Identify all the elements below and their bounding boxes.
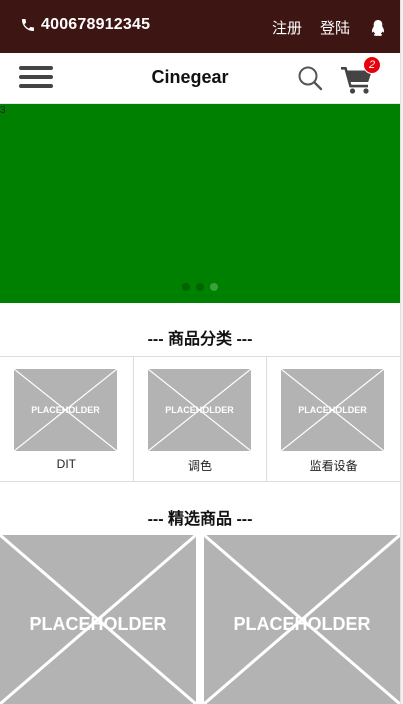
category-name: DIT bbox=[56, 457, 76, 471]
placeholder-image: PLACEHOLDER bbox=[204, 535, 400, 704]
search-icon[interactable] bbox=[297, 65, 323, 91]
category-grid: PLACEHOLDER DIT PLACEHOLDER 调色 PLACEHOLD… bbox=[0, 356, 400, 482]
placeholder-image: PLACEHOLDER bbox=[281, 369, 385, 451]
phone-number: 400678912345 bbox=[41, 16, 151, 33]
brand-title[interactable]: Cinegear bbox=[0, 67, 380, 88]
banner-carousel[interactable]: 3 bbox=[0, 104, 400, 303]
svg-text:PLACEHOLDER: PLACEHOLDER bbox=[165, 405, 234, 415]
login-link[interactable]: 登陆 bbox=[320, 17, 350, 38]
featured-title: --- 精选商品 --- bbox=[147, 511, 253, 528]
register-link[interactable]: 注册 bbox=[272, 17, 302, 38]
carousel-dot-3-active[interactable] bbox=[210, 283, 218, 291]
carousel-dots bbox=[182, 283, 224, 291]
category-item-color-grading[interactable]: PLACEHOLDER 调色 bbox=[134, 357, 268, 481]
featured-product-1[interactable]: PLACEHOLDER bbox=[0, 535, 196, 704]
carousel-dot-2[interactable] bbox=[196, 283, 204, 291]
phone-contact[interactable]: 400678912345 bbox=[20, 16, 150, 34]
slide-index: 3 bbox=[0, 105, 6, 116]
carousel-dot-1[interactable] bbox=[182, 283, 190, 291]
placeholder-image: PLACEHOLDER bbox=[0, 535, 196, 704]
categories-title: --- 商品分类 --- bbox=[147, 331, 253, 348]
svg-text:PLACEHOLDER: PLACEHOLDER bbox=[31, 405, 100, 415]
svg-text:PLACEHOLDER: PLACEHOLDER bbox=[29, 614, 166, 634]
category-item-monitoring[interactable]: PLACEHOLDER 监看设备 bbox=[267, 357, 400, 481]
phone-icon bbox=[22, 19, 34, 31]
placeholder-image: PLACEHOLDER bbox=[14, 369, 117, 451]
svg-text:PLACEHOLDER: PLACEHOLDER bbox=[233, 614, 370, 634]
cart-count-badge: 2 bbox=[363, 56, 381, 74]
category-name: 调色 bbox=[188, 459, 213, 473]
qq-penguin-icon[interactable] bbox=[370, 19, 386, 37]
top-bar: 400678912345 注册 登陆 bbox=[0, 0, 400, 53]
featured-product-2[interactable]: PLACEHOLDER bbox=[204, 535, 400, 704]
category-name: 监看设备 bbox=[309, 459, 358, 473]
nav-bar: Cinegear 2 bbox=[0, 53, 400, 104]
top-links: 注册 登陆 bbox=[272, 17, 386, 38]
svg-text:PLACEHOLDER: PLACEHOLDER bbox=[299, 405, 368, 415]
page: 400678912345 注册 登陆 Cinegear 2 3 --- 商品分类… bbox=[0, 0, 400, 704]
placeholder-image: PLACEHOLDER bbox=[147, 369, 251, 451]
category-item-dit[interactable]: PLACEHOLDER DIT bbox=[0, 357, 134, 481]
